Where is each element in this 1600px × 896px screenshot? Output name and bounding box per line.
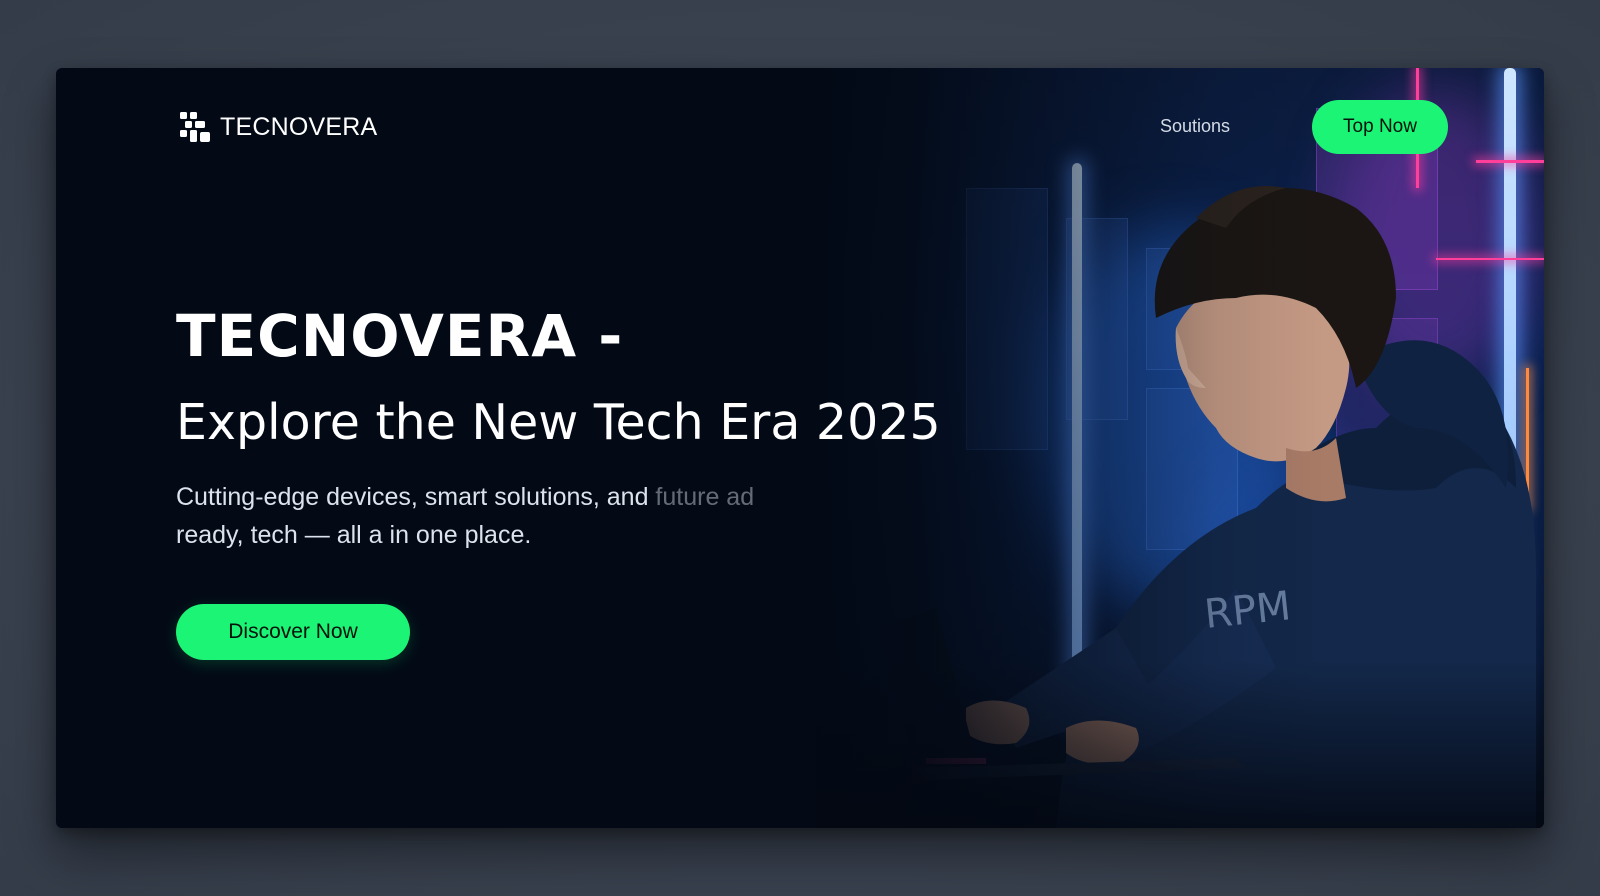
discover-now-button[interactable]: Discover Now <box>176 604 410 660</box>
hero-description-main: Cutting-edge devices, smart solutions, a… <box>176 483 656 511</box>
nav-link-solutions[interactable]: Soutions <box>1160 116 1230 137</box>
tecnovera-logo-icon <box>180 112 212 142</box>
top-now-button[interactable]: Top Now <box>1312 100 1448 154</box>
hero-description-faded: future ad <box>655 483 755 511</box>
hero-title: TECNOVERA - <box>176 302 624 370</box>
brand-name: TECNOVERA <box>220 112 378 141</box>
hero-card: RPM TECNOVERA Soutions Top Now TECNOVERA… <box>56 68 1544 828</box>
brand-logo[interactable]: TECNOVERA <box>180 112 377 142</box>
hero-description: Cutting-edge devices, smart solutions, a… <box>176 478 836 554</box>
hero-description-line2: ready, tech — all a in one place. <box>176 521 532 549</box>
hero-subtitle: Explore the New Tech Era 2025 <box>176 394 941 451</box>
